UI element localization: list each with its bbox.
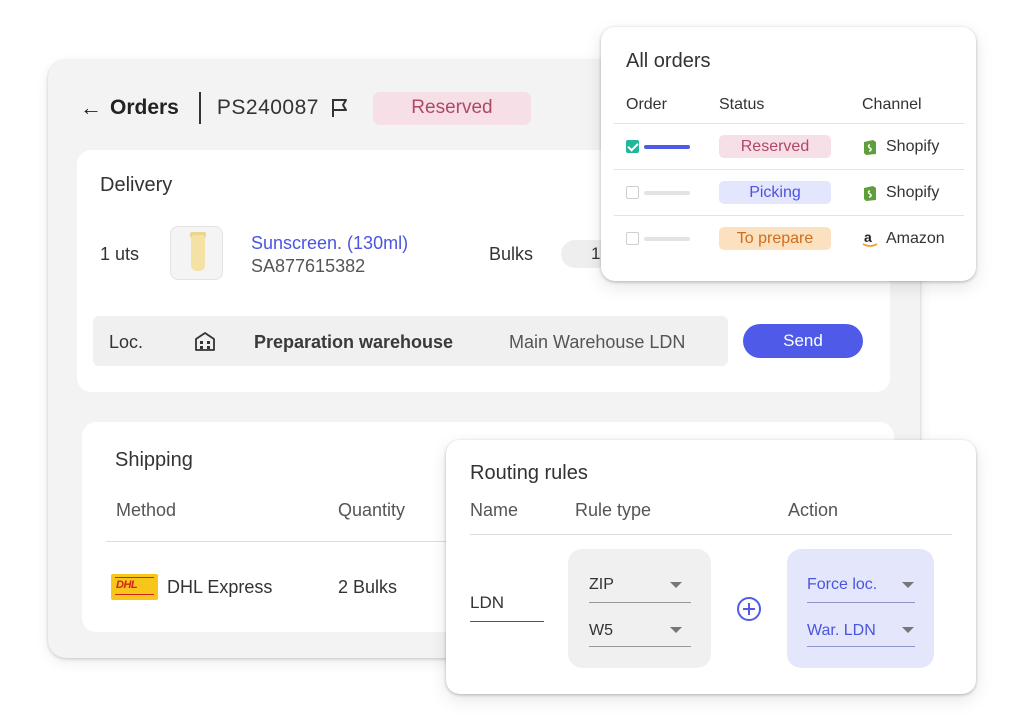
dhl-logo: DHL (111, 574, 158, 600)
preparation-warehouse-label: Preparation warehouse (254, 332, 454, 352)
rule-type-box (568, 549, 711, 668)
bulks-label: Bulks (489, 244, 534, 264)
routing-header-divider (470, 534, 952, 535)
shipping-quantity: 2 Bulks (338, 577, 398, 597)
action-type-select[interactable]: Force loc. (807, 576, 877, 594)
shipping-divider (106, 541, 446, 542)
order-row-checkbox[interactable] (626, 140, 639, 153)
back-to-orders-link[interactable]: ← Orders (80, 95, 179, 121)
product-sku: SA877615382 (251, 256, 366, 276)
dropdown-caret-icon[interactable] (902, 627, 914, 633)
header-divider (198, 92, 201, 124)
order-status-badge: To prepare (719, 227, 831, 250)
order-row-id-placeholder (644, 191, 690, 195)
order-row-id-placeholder (644, 145, 690, 149)
channel-shopify: Shopify (862, 184, 939, 202)
order-status-badge: Picking (719, 181, 831, 204)
shipping-title: Shipping (115, 449, 193, 471)
loc-label: Loc. (109, 332, 144, 352)
flag-icon[interactable] (329, 97, 351, 119)
order-id: PS240087 (216, 96, 319, 119)
warehouse-name[interactable]: Main Warehouse LDN (509, 332, 685, 353)
order-column-header: Order (626, 96, 667, 113)
all-orders-title: All orders (626, 50, 711, 72)
routing-rules-title: Routing rules (470, 462, 588, 484)
order-header: ← Orders PS240087 Reserved (80, 90, 531, 126)
quantity-column-header: Quantity (338, 500, 406, 520)
channel-column-header: Channel (862, 96, 922, 113)
product-thumbnail (170, 226, 223, 280)
plus-circle-icon[interactable] (737, 597, 761, 621)
order-status-badge: Reserved (372, 91, 531, 125)
svg-text:a: a (864, 230, 872, 245)
rule-type-column-header: Rule type (575, 500, 652, 520)
status-column-header: Status (719, 96, 765, 113)
order-row-checkbox[interactable] (626, 232, 639, 245)
dropdown-caret-icon[interactable] (670, 582, 682, 588)
action-box (787, 549, 934, 668)
back-label[interactable]: Orders (110, 96, 179, 120)
dropdown-caret-icon[interactable] (670, 627, 682, 633)
delivery-title: Delivery (100, 174, 173, 196)
channel-shopify: Shopify (862, 138, 939, 156)
warehouse-icon (195, 332, 215, 351)
back-arrow-icon[interactable]: ← (80, 95, 102, 121)
action-value-select[interactable]: War. LDN (807, 622, 876, 640)
shopify-icon (864, 140, 876, 155)
channel-amazon: a Amazon (862, 230, 945, 247)
name-column-header: Name (470, 500, 519, 520)
order-row-checkbox[interactable] (626, 186, 639, 199)
amazon-icon: a (862, 230, 878, 247)
order-row-id-placeholder (644, 237, 690, 241)
rule-type-select[interactable]: ZIP (589, 576, 614, 594)
rule-name-input[interactable]: LDN (470, 593, 504, 613)
shipping-method: DHL Express (167, 577, 273, 597)
delivery-quantity: 1 uts (100, 244, 140, 264)
orders-header-divider (614, 123, 964, 124)
product-name-link[interactable]: Sunscreen. (130ml) (251, 233, 408, 254)
shopify-icon (864, 186, 876, 201)
dropdown-caret-icon[interactable] (902, 582, 914, 588)
method-column-header: Method (116, 500, 177, 520)
rule-value-select[interactable]: W5 (589, 622, 613, 640)
send-button[interactable]: Send (743, 324, 863, 358)
action-column-header: Action (788, 500, 839, 520)
order-status-badge: Reserved (719, 135, 831, 158)
